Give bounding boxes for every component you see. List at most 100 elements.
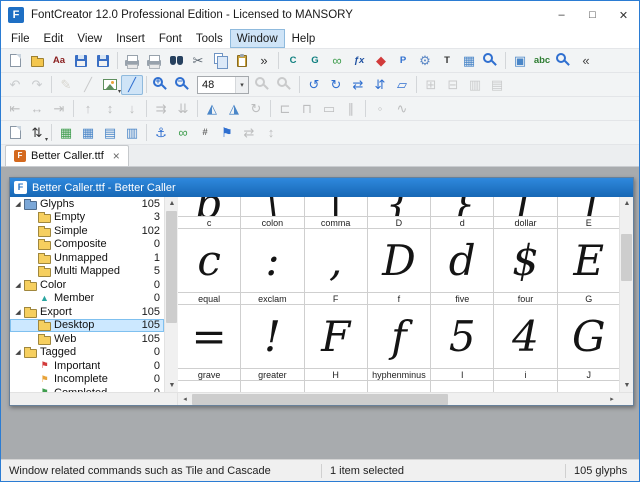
skew-icon[interactable]: ▱ [391,75,413,95]
align-left-icon[interactable]: ⇤ [4,99,26,119]
complete-composites-icon[interactable]: ∞ [326,51,348,71]
mirror-vertical-icon[interactable]: ◮ [223,99,245,119]
cell-size-small-icon[interactable]: ▦ [77,123,99,143]
glyph-cell[interactable]: ` [178,381,241,392]
menu-window[interactable]: Window [230,29,285,48]
glyph-cell[interactable]: c [178,229,241,293]
tree-scrollbar[interactable]: ▲ ▼ [164,197,178,392]
glyph-cell[interactable]: E [558,229,619,293]
flip-horizontal-icon[interactable]: ⇄ [347,75,369,95]
overflow-chevron-icon[interactable]: » [253,51,275,71]
scroll-right-icon[interactable]: ▸ [605,393,619,406]
font-test-icon[interactable]: Aa [48,51,70,71]
background-image-icon[interactable]: ▾ [99,75,121,95]
save-all-icon[interactable] [92,51,114,71]
maximize-button[interactable]: □ [577,1,608,29]
anchor-icon[interactable]: ⚓ [150,123,172,143]
menu-insert[interactable]: Insert [109,29,152,48]
glyph-cell[interactable]: - [368,381,431,392]
tree-item-composite[interactable]: Composite0 [10,238,164,252]
compare-icon[interactable]: ⇄ [238,123,260,143]
print-preview-icon[interactable] [143,51,165,71]
tab-better-caller[interactable]: F Better Caller.ttf × [5,145,129,166]
align-top-icon[interactable]: ↑ [77,99,99,119]
snap-to-grid-icon[interactable]: ▤ [486,75,508,95]
grid-hscrollbar[interactable]: ◂ ▸ [178,393,619,405]
distribute-vertical-icon[interactable]: ⇊ [172,99,194,119]
tree-item-important[interactable]: ⚑Important0 [10,359,164,373]
glyph-cell[interactable]: $ [494,229,557,293]
distribute-horizontal-icon[interactable]: ⇉ [150,99,172,119]
glyph-overview-icon[interactable]: ▦ [458,51,480,71]
rotate-ccw-icon[interactable]: ↺ [303,75,325,95]
cell-captions-icon[interactable]: ▦ [55,123,77,143]
glyph-cell[interactable]: H [305,381,368,392]
grid-scrollbar[interactable]: ▲ ▼ [619,197,633,392]
show-metrics-icon[interactable]: ⊟ [442,75,464,95]
codepoints-icon[interactable]: # [194,123,216,143]
tree-item-empty[interactable]: Empty3 [10,211,164,225]
chevron-down-icon[interactable]: ▾ [235,77,248,93]
tree-scrollbar-track[interactable] [165,210,178,379]
test-run-icon[interactable] [4,123,26,143]
cell-rows-icon[interactable]: ▤ [99,123,121,143]
align-bottom-icon[interactable]: ↓ [121,99,143,119]
tree-item-multi-mapped[interactable]: Multi Mapped5 [10,265,164,279]
zoom-previous-icon[interactable] [553,51,575,71]
knife-icon[interactable]: ╱ [77,75,99,95]
tree-item-desktop[interactable]: Desktop105 [10,319,164,333]
print-icon[interactable] [121,51,143,71]
scroll-down-icon[interactable]: ▼ [165,379,179,392]
autonaming-icon[interactable]: abc [531,51,553,71]
metrics-icon[interactable]: ↕ [260,123,282,143]
show-grid-icon[interactable]: ⊞ [420,75,442,95]
tree-expander-icon[interactable]: ◢ [13,281,23,289]
paste-icon[interactable] [231,51,253,71]
align-middle-icon[interactable]: ↕ [99,99,121,119]
tab-close-icon[interactable]: × [113,150,120,162]
attach-composite-icon[interactable]: ∞ [172,123,194,143]
panels-icon[interactable]: ▣ [509,51,531,71]
ruler-icon[interactable]: ▭ [318,99,340,119]
insert-characters-icon[interactable]: C [282,51,304,71]
flip-vertical-icon[interactable]: ⇵ [369,75,391,95]
font-preview-icon[interactable]: P [392,51,414,71]
glyph-cell[interactable]: i [494,381,557,392]
scroll-left-icon[interactable]: ◂ [178,393,192,406]
tag-icon[interactable]: ⚑ [216,123,238,143]
cell-columns-icon[interactable]: ▥ [121,123,143,143]
menu-help[interactable]: Help [285,29,323,48]
glyph-cell[interactable]: \ [241,197,304,217]
new-font-icon[interactable] [4,51,26,71]
tree-item-web[interactable]: Web105 [10,332,164,346]
tree-item-unmapped[interactable]: Unmapped1 [10,251,164,265]
tree-item-incomplete[interactable]: ⚑Incomplete0 [10,373,164,387]
glyph-cell[interactable]: { [368,197,431,217]
cut-icon[interactable]: ✂ [187,51,209,71]
zoom-selection-icon[interactable] [252,75,274,95]
glyph-cell[interactable]: = [178,305,241,369]
glyph-cell[interactable]: 5 [431,305,494,369]
insert-glyphs-icon[interactable]: G [304,51,326,71]
tree-expander-icon[interactable]: ◢ [13,308,23,316]
undo-icon[interactable]: ↶ [4,75,26,95]
glyph-cell[interactable]: f [368,305,431,369]
glyph-cell[interactable]: : [241,229,304,293]
grid-scrollbar-track[interactable] [620,210,633,379]
tree-scrollbar-thumb[interactable] [166,211,177,323]
navigate-back-icon[interactable]: « [575,51,597,71]
zoom-level-combo[interactable]: 48▾ [197,76,249,94]
align-center-icon[interactable]: ↔ [26,99,48,119]
mirror-horizontal-icon[interactable]: ◭ [201,99,223,119]
options-icon[interactable]: ⚙ [414,51,436,71]
menu-view[interactable]: View [70,29,109,48]
zoom-window-icon[interactable] [480,51,502,71]
scroll-up-icon[interactable]: ▲ [165,197,179,210]
tree-item-member[interactable]: ▲Member0 [10,292,164,306]
grid-hscrollbar-thumb[interactable] [192,394,448,405]
close-button[interactable]: ✕ [608,1,639,29]
curve-type-icon[interactable]: ∿ [391,99,413,119]
line-tool-icon[interactable]: ╱ [121,75,143,95]
menu-font[interactable]: Font [152,29,189,48]
glyph-cell[interactable]: I [431,381,494,392]
